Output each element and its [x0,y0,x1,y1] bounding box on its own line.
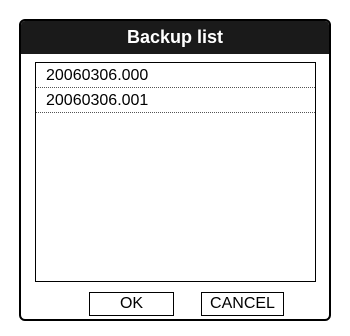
cancel-button[interactable]: CANCEL [201,292,284,316]
backup-list-dialog: Backup list 20060306.000 20060306.001 OK… [19,19,331,321]
button-row: OK CANCEL [21,292,329,318]
dialog-title: Backup list [21,21,329,54]
list-item[interactable]: 20060306.001 [36,88,315,113]
backup-listbox[interactable]: 20060306.000 20060306.001 [35,62,316,282]
list-item[interactable]: 20060306.000 [36,63,315,88]
ok-button[interactable]: OK [89,292,174,316]
